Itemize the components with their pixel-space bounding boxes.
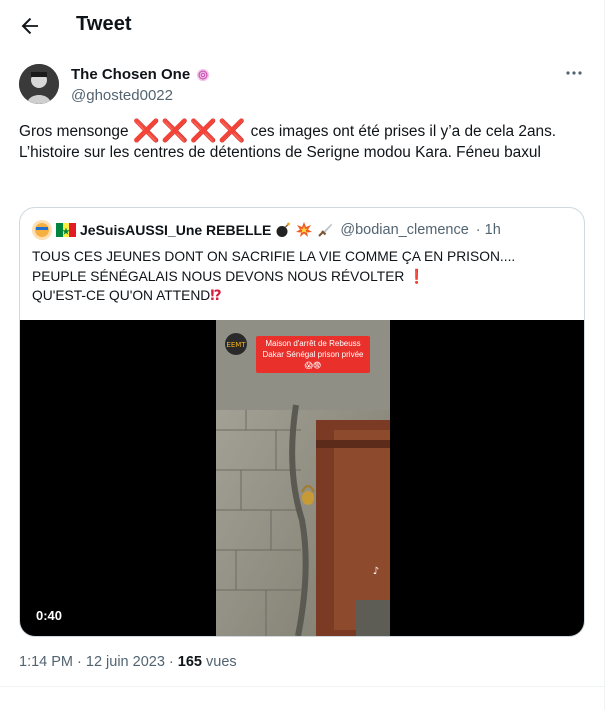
video-caption: Maison d'arrêt de Rebeuss Dakar Sénégal … [256, 336, 370, 373]
page-title: Tweet [76, 13, 132, 35]
spiral-emoji-icon [197, 68, 210, 81]
author-name[interactable]: The Chosen One [71, 66, 190, 83]
quoted-author-name[interactable]: JeSuisAUSSI_Une REBELLE [80, 222, 271, 238]
svg-text:♪: ♪ [373, 566, 379, 577]
avatar[interactable] [19, 64, 59, 104]
quoted-line-3: QU'EST-CE QU'ON ATTEND⁉ [32, 286, 572, 306]
views-count: 165 [177, 654, 202, 670]
collision-icon [296, 222, 313, 237]
bomb-icon [276, 222, 291, 237]
tweet-time[interactable]: 1:14 PM [19, 654, 73, 670]
quoted-tweet-text: TOUS CES JEUNES DONT ON SACRIFIE LA VIE … [32, 247, 572, 306]
quoted-tweet[interactable]: JeSuisAUSSI_Une REBELLE @bodian_clemence… [19, 207, 585, 637]
meta-separator: · [73, 654, 86, 670]
quoted-line-3-text: QU'EST-CE QU'ON ATTEND [32, 288, 211, 303]
arrow-left-icon[interactable] [18, 14, 42, 38]
meta-separator-2: · [164, 654, 178, 670]
quoted-line-2: PEUPLE SÉNÉGALAIS NOUS DEVONS NOUS RÉVOL… [32, 267, 572, 287]
quoted-line-1: TOUS CES JEUNES DONT ON SACRIFIE LA VIE … [32, 249, 516, 264]
avatar-image [19, 64, 59, 104]
quoted-tweet-header: JeSuisAUSSI_Une REBELLE @bodian_clemence… [32, 220, 501, 240]
tweet-page: Tweet The Chosen One @ghosted0022 Gros m… [0, 0, 605, 710]
svg-text:EEMT: EEMT [226, 341, 246, 349]
tweet-date[interactable]: 12 juin 2023 [86, 654, 165, 670]
video-duration: 0:40 [36, 608, 63, 623]
author-name-row: The Chosen One [71, 66, 210, 83]
tweet-meta: 1:14 PM · 12 juin 2023 · 165 vues [19, 654, 237, 670]
cross-mark-emojis: ❌❌❌❌ [132, 118, 247, 143]
tweet-text: Gros mensonge ❌❌❌❌ ces images ont été pr… [19, 118, 589, 163]
video-frame: EEMT ♪ Maison d'arrêt de Rebeuss Dakar S… [216, 320, 390, 636]
quoted-author-handle[interactable]: @bodian_clemence [340, 222, 468, 238]
interrobang-icon: ⁉ [210, 288, 222, 303]
views-label: vues [202, 654, 237, 670]
video-player[interactable]: EEMT ♪ Maison d'arrêt de Rebeuss Dakar S… [20, 320, 584, 636]
divider [0, 686, 604, 687]
quoted-line-2-text: PEUPLE SÉNÉGALAIS NOUS DEVONS NOUS RÉVOL… [32, 268, 405, 284]
exclamation-icon: ❗ [408, 268, 426, 284]
quoted-tweet-age: · 1h [475, 222, 501, 238]
quoted-avatar [32, 220, 52, 240]
tweet-text-part1: Gros mensonge [19, 123, 133, 140]
senegal-flag-icon [56, 223, 76, 237]
dagger-icon [318, 223, 333, 237]
header: Tweet [0, 0, 604, 53]
more-horizontal-icon[interactable] [564, 66, 584, 80]
author-handle[interactable]: @ghosted0022 [71, 87, 173, 104]
